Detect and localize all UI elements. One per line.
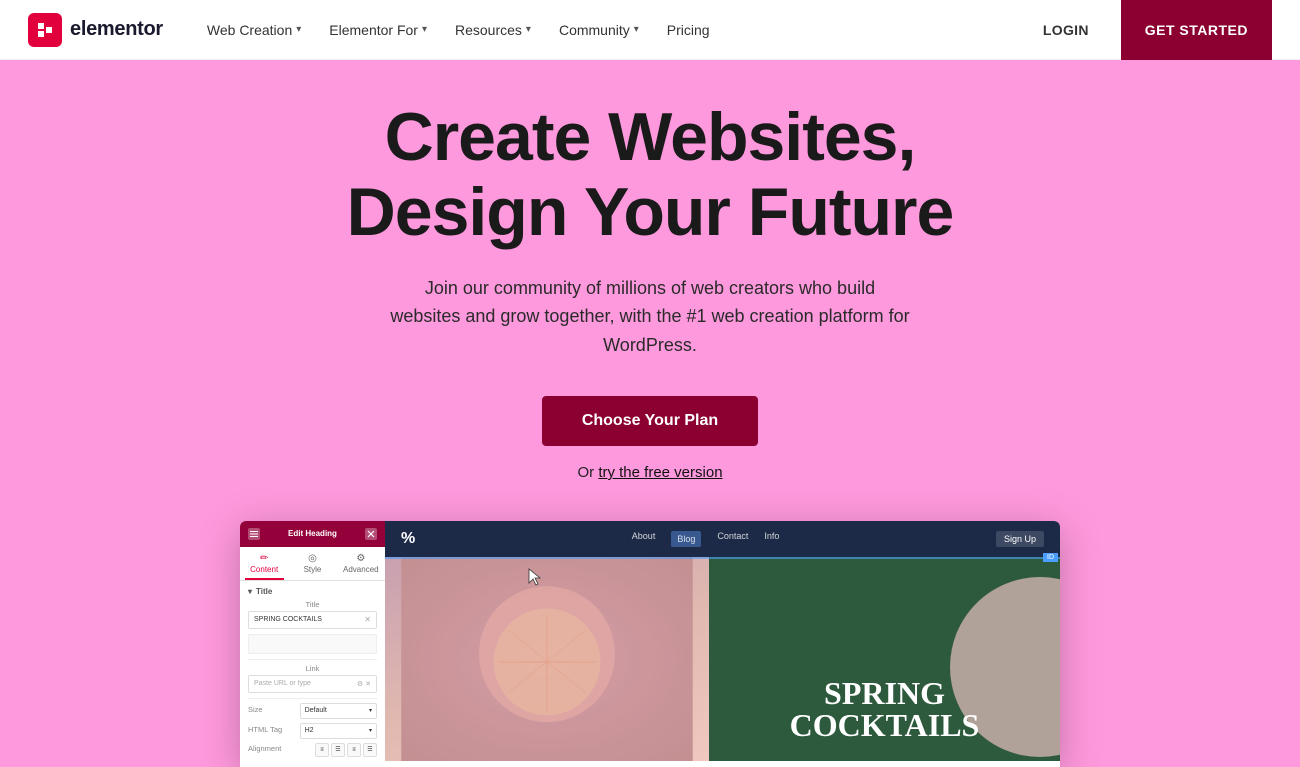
site-nav-links: About Blog Contact Info — [632, 531, 780, 547]
tab-content[interactable]: ✏ Content — [240, 547, 288, 580]
site-nav-info: Info — [764, 531, 779, 547]
choose-plan-button[interactable]: Choose Your Plan — [542, 396, 758, 446]
size-select[interactable]: Default ▾ — [300, 703, 377, 719]
chevron-down-icon: ▾ — [296, 24, 301, 35]
site-left-image — [385, 557, 709, 761]
free-version-line: Or try the free version — [577, 464, 722, 481]
navbar: elementor Web Creation ▾ Elementor For ▾… — [0, 0, 1300, 60]
link-actions: ⚙ ✕ — [357, 680, 371, 688]
site-heading: SPRING COCKTAILS — [729, 677, 1040, 741]
htmltag-row: HTML Tag H2 ▾ — [248, 723, 377, 739]
selection-indicator — [385, 557, 1060, 559]
size-row: Size Default ▾ — [248, 703, 377, 719]
chevron-down-icon: ▾ — [526, 24, 531, 35]
selection-label: ID — [1043, 553, 1058, 562]
logo-link[interactable]: elementor — [28, 13, 163, 47]
section-title-label: Title — [248, 587, 377, 596]
clear-icon[interactable]: ✕ — [364, 615, 371, 624]
nav-right: LOGIN GET STARTED — [1027, 0, 1272, 60]
site-right-panel: SPRING COCKTAILS — [709, 557, 1060, 761]
panel-title: Edit Heading — [288, 529, 337, 538]
get-started-button[interactable]: GET STARTED — [1121, 0, 1272, 60]
logo-text: elementor — [70, 18, 163, 41]
close-panel-icon[interactable] — [365, 528, 377, 540]
nav-item-web-creation[interactable]: Web Creation ▾ — [195, 16, 313, 44]
title-input[interactable]: SPRING COCKTAILS ✕ — [248, 611, 377, 629]
hero-title: Create Websites, Design Your Future — [347, 100, 954, 250]
nav-item-resources[interactable]: Resources ▾ — [443, 16, 543, 44]
divider2 — [248, 698, 377, 699]
site-nav-about: About — [632, 531, 656, 547]
logo-icon — [28, 13, 62, 47]
pencil-icon: ✏ — [244, 553, 284, 564]
link-input[interactable]: Paste URL or type ⚙ ✕ — [248, 675, 377, 693]
link-field — [248, 634, 377, 654]
nav-item-community[interactable]: Community ▾ — [547, 16, 651, 44]
panel-tabs: ✏ Content ◎ Style ⚙ Advanced — [240, 547, 385, 581]
nav-item-pricing[interactable]: Pricing — [655, 16, 722, 44]
cocktail-image — [385, 557, 709, 761]
title-field: Title SPRING COCKTAILS ✕ — [248, 600, 377, 629]
hero-section: Create Websites, Design Your Future Join… — [0, 0, 1300, 767]
link-url-field: Link Paste URL or type ⚙ ✕ — [248, 664, 377, 693]
align-right-button[interactable]: ≡ — [347, 743, 361, 757]
tab-advanced[interactable]: ⚙ Advanced — [337, 547, 385, 580]
site-nav-blog: Blog — [671, 531, 701, 547]
nav-links: Web Creation ▾ Elementor For ▾ Resources… — [195, 16, 1027, 44]
hamburger-icon[interactable] — [248, 528, 260, 540]
site-content: SPRING COCKTAILS — [385, 557, 1060, 761]
cursor-icon — [527, 567, 543, 592]
gear-icon: ⚙ — [341, 553, 381, 564]
tab-style[interactable]: ◎ Style — [288, 547, 336, 580]
align-left-button[interactable]: ≡ — [315, 743, 329, 757]
panel-content: Title Title SPRING COCKTAILS ✕ Link Past… — [240, 581, 385, 767]
chevron-down-icon: ▾ — [369, 727, 372, 734]
editor-preview: Edit Heading ✏ Content ◎ Style ⚙ Advance… — [240, 521, 1060, 767]
site-navbar: % About Blog Contact Info Sign Up — [385, 521, 1060, 557]
site-nav-contact: Contact — [717, 531, 748, 547]
align-center-button[interactable]: ☰ — [331, 743, 345, 757]
palette-icon: ◎ — [292, 553, 332, 564]
chevron-down-icon: ▾ — [422, 24, 427, 35]
divider — [248, 659, 377, 660]
elementor-panel: Edit Heading ✏ Content ◎ Style ⚙ Advance… — [240, 521, 385, 767]
site-logo: % — [401, 530, 415, 548]
site-nav-signup: Sign Up — [996, 531, 1044, 547]
alignment-row: Alignment ≡ ☰ ≡ ☰ — [248, 743, 377, 757]
login-button[interactable]: LOGIN — [1027, 16, 1105, 44]
site-preview: % About Blog Contact Info Sign Up — [385, 521, 1060, 767]
free-version-link[interactable]: try the free version — [598, 464, 722, 481]
alignment-buttons: ≡ ☰ ≡ ☰ — [315, 743, 377, 757]
align-justify-button[interactable]: ☰ — [363, 743, 377, 757]
chevron-down-icon: ▾ — [369, 707, 372, 714]
panel-topbar: Edit Heading — [240, 521, 385, 547]
htmltag-select[interactable]: H2 ▾ — [300, 723, 377, 739]
nav-item-elementor-for[interactable]: Elementor For ▾ — [317, 16, 439, 44]
chevron-down-icon: ▾ — [634, 24, 639, 35]
hero-subtitle: Join our community of millions of web cr… — [390, 274, 910, 360]
